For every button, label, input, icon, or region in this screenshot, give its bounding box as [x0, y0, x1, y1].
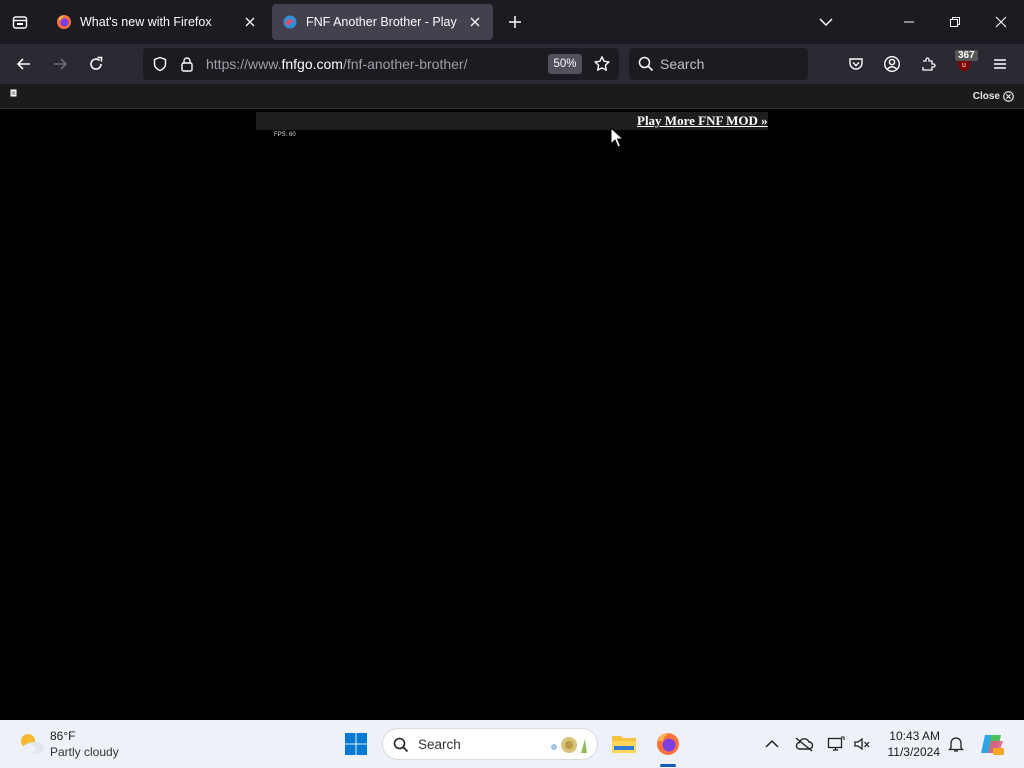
copilot-icon	[981, 735, 1004, 755]
svg-text:u: u	[962, 62, 966, 69]
new-tab-button[interactable]	[503, 10, 527, 34]
pocket-icon	[849, 58, 863, 70]
weather-widget[interactable]: 86°F Partly cloudy	[0, 720, 130, 768]
url-path: /fnf-another-brother/	[342, 56, 468, 72]
arrow-left-icon	[16, 58, 30, 70]
close-window-button[interactable]	[978, 0, 1024, 44]
firefox-view-icon	[12, 16, 28, 29]
notifications-button[interactable]	[940, 728, 972, 760]
copilot-button[interactable]	[976, 728, 1008, 760]
tab-strip: What's new with Firefox FNF Another Brot…	[0, 0, 1024, 44]
zoom-reset-button[interactable]: 50%	[548, 54, 582, 74]
tab-title: What's new with Firefox	[80, 15, 212, 29]
active-app-indicator	[660, 764, 676, 767]
arrow-right-icon	[54, 58, 68, 70]
search-icon	[638, 56, 654, 72]
firefox-logo-icon	[657, 733, 679, 755]
partly-cloudy-icon	[21, 734, 44, 754]
taskbar: 86°F Partly cloudy Search 10:43 AM 11/3/…	[0, 720, 1024, 768]
speaker-muted-icon	[854, 737, 870, 751]
tab-title: FNF Another Brother - Play Onl	[306, 15, 461, 29]
taskbar-search-placeholder: Search	[418, 737, 461, 752]
taskbar-search[interactable]: Search	[382, 728, 598, 760]
minimize-button[interactable]	[886, 0, 932, 44]
search-highlight-icon	[551, 737, 587, 753]
bell-icon	[948, 737, 964, 752]
onedrive-button[interactable]	[788, 728, 820, 760]
close-tab-button[interactable]	[467, 14, 483, 30]
clock-time: 10:43 AM	[889, 729, 940, 743]
url-prefix: https://www.	[206, 56, 282, 72]
close-icon	[995, 16, 1007, 28]
reload-icon	[90, 56, 103, 70]
account-button[interactable]	[878, 50, 906, 78]
folder-icon	[612, 736, 636, 753]
windows-logo-icon	[345, 733, 367, 755]
nav-toolbar: https://www.fnfgo.com/fnf-another-brothe…	[0, 44, 1024, 84]
forward-button[interactable]	[46, 50, 74, 78]
url-bar[interactable]: https://www.fnfgo.com/fnf-another-brothe…	[143, 48, 619, 80]
page-content: Play More FNF MOD » FPS: 60	[0, 110, 1024, 720]
account-icon	[883, 55, 901, 73]
pocket-button[interactable]	[842, 50, 870, 78]
search-icon	[393, 737, 409, 753]
firefox-logo-icon	[57, 15, 71, 29]
minimize-icon	[904, 21, 914, 23]
back-button[interactable]	[10, 50, 38, 78]
lock-icon[interactable]	[179, 56, 195, 72]
extensions-button[interactable]	[914, 50, 942, 78]
tab-fnf-another-brother[interactable]: FNF Another Brother - Play Onl	[272, 4, 493, 40]
mouse-cursor-icon	[610, 127, 624, 148]
plus-icon	[509, 16, 521, 28]
weather-desc: Partly cloudy	[50, 745, 119, 759]
close-icon	[245, 17, 255, 27]
show-hidden-icons-button[interactable]	[756, 728, 788, 760]
search-bar[interactable]: Search	[629, 48, 808, 80]
restore-icon	[950, 17, 960, 27]
close-circle-icon	[1003, 91, 1014, 102]
fnf-site-favicon-icon	[283, 15, 297, 29]
shield-icon[interactable]	[152, 56, 168, 72]
chevron-down-icon	[819, 18, 833, 27]
search-placeholder: Search	[660, 56, 705, 72]
url-host: fnfgo.com	[281, 56, 343, 72]
notification-bar: Close	[0, 84, 1024, 109]
weather-temp: 86°F	[50, 729, 76, 743]
close-icon	[470, 17, 480, 27]
firefox-view-button[interactable]	[0, 0, 40, 44]
close-label: Close	[972, 91, 1000, 102]
volume-button[interactable]	[846, 728, 878, 760]
ublock-count-badge: 367	[955, 50, 978, 61]
network-monitor-icon	[827, 736, 845, 751]
tab-whats-new[interactable]: What's new with Firefox	[46, 4, 268, 40]
star-bookmark-icon[interactable]	[593, 55, 611, 73]
url-text[interactable]: https://www.fnfgo.com/fnf-another-brothe…	[206, 56, 467, 72]
document-icon[interactable]	[10, 89, 18, 97]
close-bar-button[interactable]: Close	[973, 91, 1014, 102]
app-menu-button[interactable]	[986, 50, 1014, 78]
close-tab-button[interactable]	[242, 14, 258, 30]
list-all-tabs-button[interactable]	[814, 10, 838, 34]
clock-date: 11/3/2024	[887, 745, 941, 759]
game-canvas[interactable]	[0, 110, 1024, 720]
firefox-taskbar-button[interactable]	[652, 728, 684, 760]
restore-button[interactable]	[932, 0, 978, 44]
file-explorer-button[interactable]	[608, 728, 640, 760]
screen: What's new with Firefox FNF Another Brot…	[0, 0, 1024, 768]
puzzle-piece-icon	[922, 57, 936, 71]
reload-button[interactable]	[82, 50, 110, 78]
cloud-offline-icon	[795, 737, 814, 752]
hamburger-menu-icon	[994, 59, 1006, 69]
chevron-up-icon	[765, 739, 779, 748]
start-button[interactable]	[340, 728, 372, 760]
